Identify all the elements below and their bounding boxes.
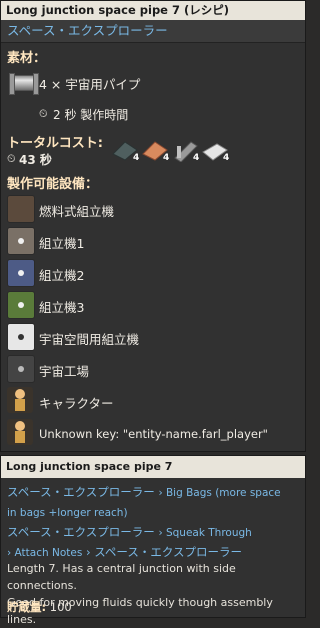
space-assembler-icon[interactable]: [7, 323, 35, 351]
stack-size: 貯蔵量: 100: [7, 598, 301, 617]
total-time: 43 秒: [19, 153, 52, 167]
description-line: Length 7. Has a central junction with si…: [7, 562, 236, 592]
mod-link[interactable]: › Attach Notes: [7, 547, 82, 559]
machine-label: 組立機1: [39, 236, 85, 251]
item-title: Long junction space pipe 7: [1, 456, 305, 478]
assembling-machine-3-icon[interactable]: [7, 291, 35, 319]
machine-label: 組立機3: [39, 300, 85, 315]
mod-link[interactable]: › Big Bags (more space: [158, 487, 280, 499]
cost-count: 4: [223, 153, 230, 163]
assembling-machine-2-icon[interactable]: [7, 259, 35, 287]
recipe-title: Long junction space pipe 7 (レシピ): [1, 1, 305, 20]
mod-link[interactable]: in bags +longer reach): [7, 507, 128, 519]
character-icon[interactable]: [7, 387, 33, 413]
machine-label: 燃料式組立機: [39, 204, 115, 219]
item-info-tooltip: Long junction space pipe 7 スペース・エクスプローラー…: [0, 455, 306, 626]
machine-label: Unknown key: "entity-name.farl_player": [39, 427, 268, 441]
farl-player-icon[interactable]: [7, 419, 33, 445]
clock-icon: ⏲: [39, 107, 48, 120]
space-factory-icon[interactable]: [7, 355, 35, 383]
recipe-tooltip: Long junction space pipe 7 (レシピ) スペース・エク…: [0, 0, 306, 452]
space-pipe-icon[interactable]: [9, 73, 39, 95]
mod-link[interactable]: スペース・エクスプローラー: [7, 485, 155, 499]
craft-time: 2 秒 製作時間: [53, 108, 129, 122]
mod-link[interactable]: › Squeak Through: [158, 527, 251, 539]
assembling-machine-1-icon[interactable]: [7, 227, 35, 255]
clock-icon: ⏲: [7, 152, 16, 165]
stack-label: 貯蔵量:: [7, 600, 47, 614]
mod-list: スペース・エクスプローラー › Big Bags (more space in …: [7, 483, 301, 563]
stack-value: 100: [49, 600, 72, 614]
ingredient-text: 4 × 宇宙用パイプ: [39, 77, 141, 92]
machine-label: キャラクター: [39, 396, 114, 411]
burner-assembler-icon[interactable]: [7, 195, 35, 223]
machine-label: 組立機2: [39, 268, 85, 283]
buildable-label: 製作可能設備：: [7, 177, 99, 192]
total-cost-label: トータルコスト:: [7, 136, 103, 151]
mod-link[interactable]: › スペース・エクスプローラー: [86, 545, 242, 559]
cost-count: 4: [193, 153, 200, 163]
machine-label: 宇宙空間用組立機: [39, 332, 140, 347]
machine-label: 宇宙工場: [39, 364, 90, 379]
cost-count: 4: [163, 153, 170, 163]
mod-link[interactable]: スペース・エクスプローラー: [7, 525, 155, 539]
cost-count: 4: [133, 153, 140, 163]
recipe-mod-source[interactable]: スペース・エクスプローラー: [1, 20, 305, 43]
materials-label: 素材：: [7, 51, 47, 66]
